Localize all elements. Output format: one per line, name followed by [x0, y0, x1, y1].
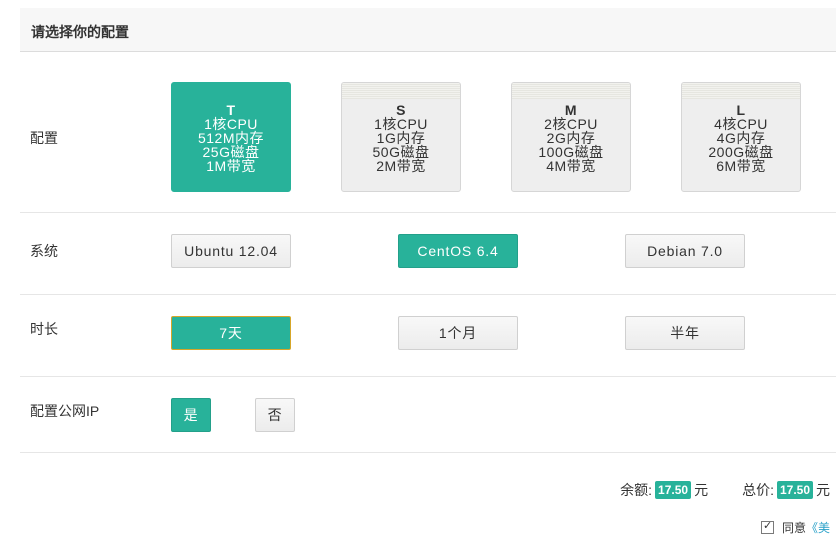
- balance-label: 余额:: [620, 482, 653, 498]
- os-row: 系统 Ubuntu 12.04 CentOS 6.4 Debian 7.0: [20, 213, 836, 295]
- duration-option-7days[interactable]: 7天: [171, 316, 291, 350]
- public-ip-row: 配置公网IP 是 否: [20, 377, 836, 453]
- os-option-centos[interactable]: CentOS 6.4: [398, 234, 518, 268]
- agreement: 同意 《美: [761, 519, 830, 536]
- plan-cpu: 2核CPU: [544, 116, 598, 132]
- plan-bandwidth: 6M带宽: [716, 158, 766, 174]
- balance-value: 17.50: [655, 481, 692, 499]
- plan-ram: 1G内存: [376, 130, 426, 146]
- plan-name: T: [226, 102, 236, 118]
- public-ip-label: 配置公网IP: [30, 403, 100, 419]
- duration-label: 时长: [30, 321, 58, 337]
- plan-bandwidth: 1M带宽: [206, 158, 256, 174]
- agree-text: 同意: [782, 521, 807, 535]
- public-ip-no-button[interactable]: 否: [255, 398, 295, 432]
- plan-bandwidth: 2M带宽: [376, 158, 426, 174]
- public-ip-yes-button[interactable]: 是: [171, 398, 211, 432]
- config-row: 配置 T 1核CPU 512M内存 25G磁盘 1M带宽 S 1核CPU 1G内…: [20, 52, 836, 213]
- plan-name: M: [564, 102, 578, 118]
- balance-unit: 元: [694, 482, 709, 498]
- agreement-link[interactable]: 《美: [806, 519, 830, 536]
- duration-option-1month[interactable]: 1个月: [398, 316, 518, 350]
- plan-ram: 512M内存: [197, 130, 265, 146]
- plan-m-card[interactable]: M 2核CPU 2G内存 100G磁盘 4M带宽: [511, 82, 631, 192]
- price-summary: 余额: 17.50 元 总价: 17.50 元: [620, 480, 830, 500]
- plan-disk: 200G磁盘: [708, 144, 774, 160]
- total-unit: 元: [816, 482, 830, 498]
- plan-name: L: [736, 102, 746, 118]
- plan-l-card[interactable]: L 4核CPU 4G内存 200G磁盘 6M带宽: [681, 82, 801, 192]
- total-label: 总价:: [742, 482, 774, 498]
- duration-row: 时长 7天 1个月 半年: [20, 295, 836, 377]
- agree-checkbox[interactable]: [761, 519, 774, 534]
- plan-bandwidth: 4M带宽: [546, 158, 596, 174]
- plan-disk: 100G磁盘: [538, 144, 604, 160]
- plan-cpu: 4核CPU: [714, 116, 768, 132]
- plan-name: S: [396, 102, 406, 118]
- plan-disk: 50G磁盘: [372, 144, 430, 160]
- plan-cpu: 1核CPU: [374, 116, 428, 132]
- page-title: 请选择你的配置: [31, 24, 129, 40]
- plan-s-card[interactable]: S 1核CPU 1G内存 50G磁盘 2M带宽: [341, 82, 461, 192]
- os-option-debian[interactable]: Debian 7.0: [625, 234, 745, 268]
- duration-option-halfyear[interactable]: 半年: [625, 316, 745, 350]
- total-value: 17.50: [776, 481, 813, 499]
- config-label: 配置: [30, 130, 58, 146]
- plan-ram: 2G内存: [546, 130, 596, 146]
- os-option-ubuntu[interactable]: Ubuntu 12.04: [171, 234, 291, 268]
- plan-ram: 4G内存: [716, 130, 766, 146]
- os-label: 系统: [30, 243, 58, 259]
- plan-cpu: 1核CPU: [204, 116, 258, 132]
- plan-t-card[interactable]: T 1核CPU 512M内存 25G磁盘 1M带宽: [171, 82, 291, 192]
- panel-header: 请选择你的配置: [20, 8, 836, 52]
- plan-disk: 25G磁盘: [202, 144, 260, 160]
